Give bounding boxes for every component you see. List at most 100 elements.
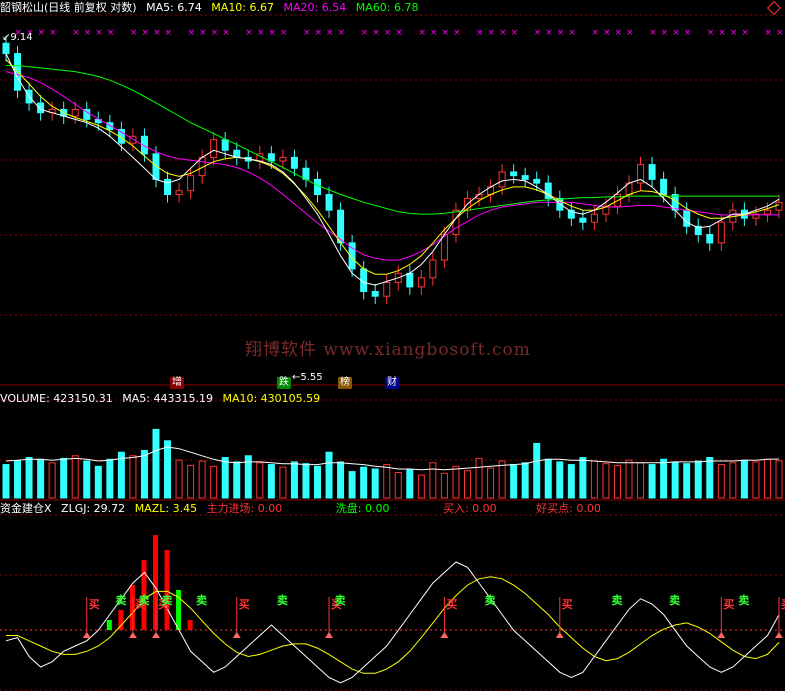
marker-x: × — [649, 28, 657, 38]
volume-bar — [25, 457, 33, 499]
volume-bar — [394, 471, 402, 499]
volume-label: VOLUME: 423150.31 — [0, 392, 113, 405]
volume-bar — [383, 464, 391, 499]
marker-x: × — [557, 28, 565, 38]
candle-body — [210, 139, 218, 158]
volume-bar — [48, 462, 56, 499]
volume-bar — [498, 460, 506, 499]
marker-x: × — [603, 28, 611, 38]
marker-x: × — [268, 28, 276, 38]
marker-x: × — [257, 28, 265, 38]
sell-signal-label: 卖 — [669, 594, 681, 607]
volume-bar — [71, 455, 79, 499]
buy-arrow-icon — [440, 632, 449, 638]
volume-bar — [452, 465, 460, 499]
marker-x: × — [661, 28, 669, 38]
marker-x: × — [72, 28, 80, 38]
volume-bar — [717, 464, 725, 499]
marker-x: × — [499, 28, 507, 38]
candle-body — [521, 175, 529, 180]
candle-body — [429, 259, 437, 279]
volume-bar — [256, 462, 264, 499]
marker-x: × — [338, 28, 346, 38]
event-badge-bang[interactable]: 榜 — [338, 377, 352, 389]
candle-body — [187, 175, 195, 192]
volume-ma5-label: MA5: 443315.19 — [122, 392, 213, 405]
sell-signal-label: 卖 — [138, 594, 150, 607]
volume-bar — [613, 464, 621, 499]
volume-bar — [60, 457, 68, 499]
sell-signal-label: 卖 — [161, 594, 173, 607]
sell-signal-label: 卖 — [115, 594, 127, 607]
candle-body — [648, 164, 656, 180]
candle-body — [302, 167, 310, 180]
volume-bar — [314, 465, 322, 499]
event-badge-cai[interactable]: 财 — [385, 377, 399, 389]
volume-bar — [417, 474, 425, 499]
candle-body — [267, 153, 275, 162]
volume-ma10-label: MA10: 430105.59 — [222, 392, 321, 405]
volume-bar — [740, 459, 748, 499]
volume-bar — [198, 460, 206, 499]
marker-x: × — [672, 28, 680, 38]
marker-x: × — [141, 28, 149, 38]
candle-body — [683, 209, 691, 227]
candle-body — [533, 178, 541, 184]
marker-x: × — [764, 28, 772, 38]
volume-bar — [406, 469, 414, 499]
buy-signal-label: 买 — [781, 596, 785, 612]
buy-arrow-icon — [775, 632, 783, 638]
marker-x: × — [730, 28, 738, 38]
ma5-line — [5, 53, 780, 286]
indicator-name: 资金建仓X — [0, 502, 52, 515]
sell-signal-label: 卖 — [611, 594, 623, 607]
zlgj-label: ZLGJ: 29.72 — [61, 502, 126, 515]
buy-arrow-icon — [555, 632, 564, 638]
marker-x: × — [245, 28, 253, 38]
ma10-line — [5, 59, 780, 275]
marker-x: × — [188, 28, 196, 38]
marker-x: × — [326, 28, 334, 38]
volume-bar — [440, 472, 448, 499]
volume-bar — [706, 457, 714, 499]
volume-bar — [83, 460, 91, 499]
volume-bar — [140, 449, 148, 499]
volume-bar — [521, 462, 529, 499]
volume-bar — [175, 459, 183, 499]
marker-x: × — [776, 28, 784, 38]
volume-bar — [233, 461, 241, 499]
buy-arrow-icon — [232, 632, 241, 638]
candle-body — [383, 281, 391, 297]
volume-bar — [360, 466, 368, 499]
buy-arrow-icon — [325, 632, 334, 638]
buy-arrow-icon — [128, 632, 137, 638]
high-price-mark: ↙9.14 — [2, 32, 33, 43]
marker-x: × — [384, 28, 392, 38]
marker-x: × — [534, 28, 542, 38]
volume-bar — [671, 461, 679, 499]
volume-bar — [106, 458, 114, 499]
marker-x: × — [303, 28, 311, 38]
sell-signal-label: 卖 — [196, 594, 208, 607]
event-badge-die[interactable]: 跌 — [277, 377, 291, 389]
buy-signal-label: 买 — [446, 598, 458, 611]
good-buy-label: 好买点: 0.00 — [536, 502, 601, 515]
candle-body — [2, 42, 10, 55]
marker-x: × — [372, 28, 380, 38]
volume-bar — [579, 457, 587, 499]
candle-body — [579, 217, 587, 223]
ma20-line — [5, 71, 779, 261]
candle-body — [175, 190, 183, 196]
volume-bar — [37, 458, 45, 499]
candle-body — [406, 272, 414, 288]
marker-x: × — [568, 28, 576, 38]
watermark: 翔博软件 www.xiangbosoft.com — [245, 340, 531, 360]
volume-bar — [267, 464, 275, 499]
volume-bar — [348, 471, 356, 499]
event-badge-zeng[interactable]: 增 — [170, 377, 184, 389]
low-price-mark: ←5.55 — [292, 372, 323, 383]
candle-body — [290, 156, 298, 169]
volume-bar — [152, 428, 160, 499]
marker-x: × — [591, 28, 599, 38]
ma10-label: MA10: 6.67 — [211, 1, 275, 14]
